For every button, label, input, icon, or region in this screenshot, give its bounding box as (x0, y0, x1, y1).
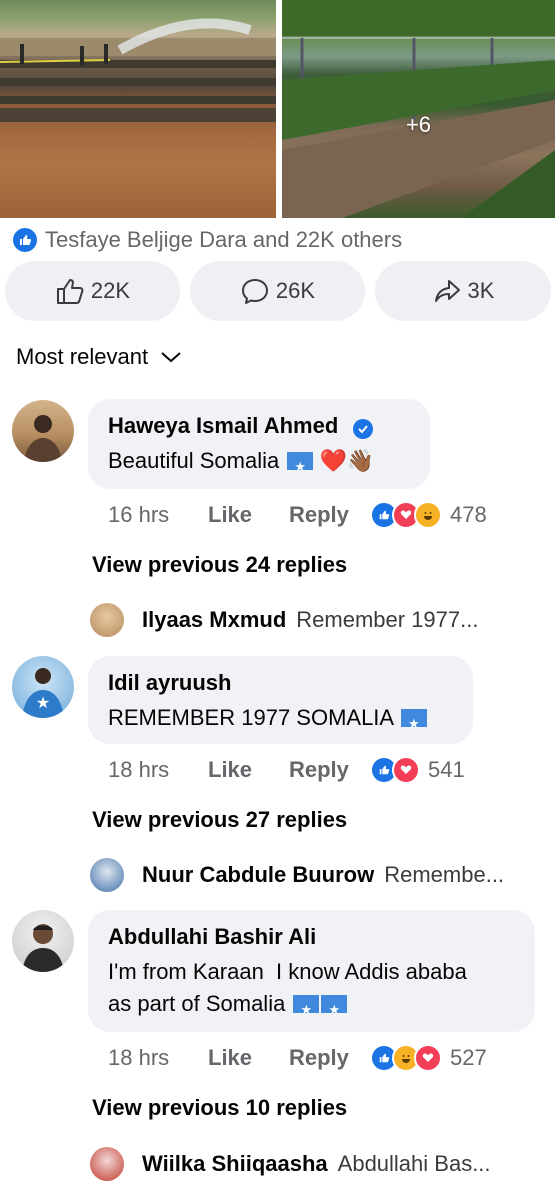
comment-author[interactable]: Haweya Ismail Ahmed (108, 413, 373, 439)
reaction-count: 541 (428, 757, 465, 782)
post-photo-grid: +6 (0, 0, 555, 218)
comment-reactions[interactable] (370, 501, 442, 529)
comment-reply-button[interactable]: Reply (289, 502, 370, 528)
comment-time[interactable]: 16 hrs (108, 502, 208, 528)
love-reaction-icon (392, 756, 420, 784)
reactions-summary-text: Tesfaye Beljige Dara and 22K others (45, 227, 403, 252)
post-photo-1[interactable] (0, 0, 276, 218)
comment-button[interactable]: 26K (190, 261, 365, 321)
comment-emoji: ❤️👋🏾 (319, 448, 375, 473)
comment-time[interactable]: 18 hrs (108, 1045, 208, 1071)
share-count: 3K (467, 278, 495, 303)
reply-preview-text: Remembe... (384, 862, 505, 887)
comment-meta: 18 hrs Like Reply 541 (108, 755, 465, 785)
comment-reply-button[interactable]: Reply (289, 757, 370, 783)
comment-text-content: Beautiful Somalia (108, 448, 280, 473)
comment-time[interactable]: 18 hrs (108, 757, 208, 783)
comment-text-line-2: as part of Somalia (108, 988, 348, 1026)
share-icon (434, 280, 460, 302)
somalia-flag-icon (321, 994, 348, 1026)
nursery-photo-illustration (0, 18, 276, 122)
comment-text-content: REMEMBER 1977 SOMALIA (108, 705, 393, 730)
reactions-summary[interactable]: Tesfaye Beljige Dara and 22K others (12, 226, 402, 254)
comment-sort-dropdown[interactable]: Most relevant (16, 343, 182, 371)
avatar[interactable] (90, 603, 124, 637)
sort-label: Most relevant (16, 344, 149, 369)
comment-count: 26K (275, 278, 316, 303)
avatar-illustration (24, 415, 62, 462)
comment-author-name[interactable]: Abdullahi Bashir Ali (108, 924, 316, 950)
reaction-count: 527 (450, 1045, 487, 1070)
avatar[interactable] (90, 1147, 124, 1181)
comment-text-line-1: I'm from Karaan I know Addis ababa (108, 959, 467, 984)
reply-author-name[interactable]: Ilyaas Mxmud (142, 607, 286, 633)
latest-reply[interactable]: Nuur Cabdule Buurow Remembe... (90, 857, 504, 893)
avatar[interactable]: ★ (12, 656, 74, 718)
view-previous-replies[interactable]: View previous 10 replies (92, 1095, 347, 1121)
comment-reactions[interactable] (370, 1044, 442, 1072)
comment-meta: 18 hrs Like Reply 527 (108, 1043, 487, 1073)
post-photo-2[interactable]: +6 (282, 0, 555, 218)
haha-reaction-icon (414, 501, 442, 529)
comment-icon (241, 279, 268, 304)
comment-like-button[interactable]: Like (208, 1045, 289, 1071)
comment-text: Beautiful Somalia ❤️👋🏾 (108, 445, 375, 483)
comment-text-content: as part of Somalia (108, 991, 286, 1016)
reaction-count: 478 (450, 502, 487, 527)
comment-reply-button[interactable]: Reply (289, 1045, 370, 1071)
greenhouse-photo-illustration (282, 0, 555, 218)
comment-like-button[interactable]: Like (208, 757, 289, 783)
comment-bubble[interactable]: Idil ayruush REMEMBER 1977 SOMALIA (88, 656, 473, 744)
verified-badge-icon (352, 419, 373, 439)
share-button[interactable]: 3K (375, 261, 551, 321)
comment-author-name: Haweya Ismail Ahmed (108, 413, 339, 438)
somalia-flag-icon (401, 708, 428, 740)
latest-reply[interactable]: Wiilka Shiiqaasha Abdullahi Bas... (90, 1146, 491, 1182)
reply-author-name[interactable]: Nuur Cabdule Buurow (142, 862, 374, 888)
comment-author-name[interactable]: Idil ayruush (108, 670, 231, 696)
post-action-bar: 22K 26K 3K (5, 261, 551, 321)
avatar[interactable] (90, 858, 124, 892)
chevron-down-icon (161, 352, 181, 363)
like-button[interactable]: 22K (5, 261, 180, 321)
love-reaction-icon (414, 1044, 442, 1072)
comment-bubble[interactable]: Haweya Ismail Ahmed Beautiful Somalia ❤️… (88, 399, 430, 489)
somalia-flag-icon (293, 994, 320, 1026)
reply-author-name[interactable]: Wiilka Shiiqaasha (142, 1151, 328, 1177)
avatar-illustration (22, 924, 64, 972)
comment-bubble[interactable]: Abdullahi Bashir Ali I'm from Karaan I k… (88, 910, 535, 1032)
reply-preview-text: Remember 1977... (296, 607, 479, 632)
comment-meta: 16 hrs Like Reply 478 (108, 500, 487, 530)
like-reaction-icon (12, 227, 38, 253)
view-previous-replies[interactable]: View previous 24 replies (92, 552, 347, 578)
more-photos-count: +6 (405, 112, 432, 137)
comment-reactions[interactable] (370, 756, 420, 784)
thumbs-up-icon (56, 279, 84, 304)
somalia-flag-icon (287, 451, 314, 483)
avatar-illustration: ★ (22, 668, 64, 718)
svg-text:★: ★ (36, 693, 50, 712)
avatar[interactable] (12, 910, 74, 972)
comment-text: REMEMBER 1977 SOMALIA (108, 702, 428, 740)
view-previous-replies[interactable]: View previous 27 replies (92, 807, 347, 833)
like-count: 22K (90, 278, 131, 303)
latest-reply[interactable]: Ilyaas Mxmud Remember 1977... (90, 602, 478, 638)
avatar[interactable] (12, 400, 74, 462)
comment-like-button[interactable]: Like (208, 502, 289, 528)
reply-preview-text: Abdullahi Bas... (337, 1151, 491, 1176)
